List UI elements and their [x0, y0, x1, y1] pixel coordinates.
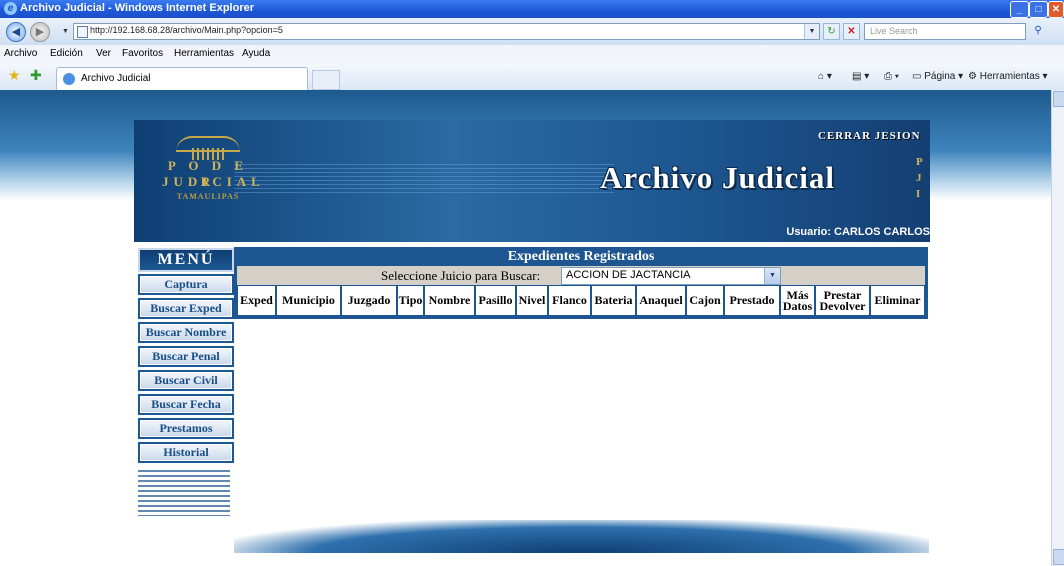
- menu-ver[interactable]: Ver: [96, 48, 111, 59]
- new-tab-button[interactable]: [312, 70, 340, 90]
- col-nivel: Nivel: [516, 285, 548, 316]
- menu-title: MENÚ: [138, 248, 234, 272]
- menu-captura-button[interactable]: Captura: [138, 274, 234, 295]
- col-exped: Exped: [237, 285, 276, 316]
- col-juzgado: Juzgado: [341, 285, 397, 316]
- col-prestado: Prestado: [724, 285, 780, 316]
- menu-buscar-penal-button[interactable]: Buscar Penal: [138, 346, 234, 367]
- history-dropdown-icon[interactable]: ▼: [62, 28, 69, 35]
- tools-menu-label: Herramientas: [979, 71, 1040, 82]
- feeds-icon[interactable]: ▤ ▾: [852, 71, 869, 82]
- search-placeholder: Live Search: [870, 26, 918, 36]
- search-icon[interactable]: ⚲: [1030, 23, 1046, 38]
- scroll-down-icon[interactable]: [1053, 549, 1064, 565]
- menu-ayuda[interactable]: Ayuda: [242, 48, 270, 59]
- page-viewport: P O D E R JUDICIAL TAMAULIPAS CERRAR JES…: [0, 90, 1051, 566]
- ie-icon: e: [4, 2, 17, 15]
- minimize-button[interactable]: _: [1010, 1, 1029, 18]
- tab-ie-icon: [63, 73, 75, 85]
- banner-stripes: [234, 164, 614, 194]
- logo-line3: TAMAULIPAS: [176, 192, 240, 201]
- tab-label: Archivo Judicial: [81, 73, 151, 84]
- refresh-button[interactable]: ↻: [823, 23, 840, 40]
- address-toolbar: ◀ ▶ ▼ http://192.168.68.28/archivo/Main.…: [0, 18, 1064, 45]
- col-devolver-line2: Devolver: [819, 298, 866, 313]
- page-icon: [77, 26, 88, 38]
- close-button[interactable]: ✕: [1048, 1, 1064, 18]
- col-cajon: Cajon: [686, 285, 724, 316]
- window-title-bar: e Archivo Judicial - Windows Internet Ex…: [0, 0, 1064, 18]
- menu-herramientas[interactable]: Herramientas: [174, 48, 234, 59]
- select-label: Seleccione Juicio para Buscar:: [381, 268, 541, 283]
- records-title: Expedientes Registrados: [507, 249, 655, 264]
- back-button[interactable]: ◀: [6, 22, 26, 42]
- home-icon[interactable]: ⌂ ▾: [818, 71, 832, 82]
- records-table-header: Exped Municipio Juzgado Tipo Nombre Pasi…: [237, 285, 925, 316]
- vertical-scrollbar[interactable]: [1051, 90, 1064, 566]
- menu-prestamos-button[interactable]: Prestamos: [138, 418, 234, 439]
- juicio-select-value: ACCION DE JACTANCIA: [566, 269, 691, 281]
- records-panel: Expedientes Registrados Seleccione Juici…: [234, 247, 928, 319]
- scroll-up-icon[interactable]: [1053, 91, 1064, 107]
- print-icon[interactable]: ⎙ ▾: [884, 71, 899, 82]
- col-mas-datos: Más Datos: [780, 285, 815, 316]
- tab-bar: ★ ✚ Archivo Judicial ⌂ ▾ ▤ ▾ ⎙ ▾ ▭ Págin…: [0, 63, 1064, 91]
- col-bateria: Bateria: [591, 285, 636, 316]
- menu-decoration: [138, 470, 230, 516]
- menu-edicion[interactable]: Edición: [50, 48, 83, 59]
- add-favorites-icon[interactable]: ✚: [30, 67, 42, 84]
- col-anaquel: Anaquel: [636, 285, 686, 316]
- col-tipo: Tipo: [397, 285, 424, 316]
- app-title: Archivo Judicial: [600, 160, 836, 195]
- page-menu[interactable]: ▭ Página ▾: [912, 71, 963, 82]
- menu-buscar-fecha-button[interactable]: Buscar Fecha: [138, 394, 234, 415]
- page-menu-label: Página: [924, 71, 956, 82]
- search-filter-row: Seleccione Juicio para Buscar: ACCION DE…: [237, 266, 925, 285]
- col-municipio: Municipio: [276, 285, 341, 316]
- menu-buscar-exped-button[interactable]: Buscar Exped: [138, 298, 234, 319]
- menu-buscar-nombre-button[interactable]: Buscar Nombre: [138, 322, 234, 343]
- tab-archivo-judicial[interactable]: Archivo Judicial: [56, 67, 308, 90]
- tools-menu[interactable]: ⚙ Herramientas ▾: [968, 71, 1048, 82]
- col-prestar-devolver: Prestar Devolver: [815, 285, 870, 316]
- user-label: Usuario: CARLOS CARLOS: [786, 226, 930, 238]
- browser-menu-bar: Archivo Edición Ver Favoritos Herramient…: [0, 45, 1064, 64]
- menu-buscar-civil-button[interactable]: Buscar Civil: [138, 370, 234, 391]
- menu-historial-button[interactable]: Historial: [138, 442, 234, 463]
- chevron-down-icon[interactable]: ▼: [764, 268, 780, 284]
- stop-button[interactable]: ✕: [843, 23, 860, 40]
- address-dropdown-icon[interactable]: ▼: [804, 24, 819, 39]
- col-pasillo: Pasillo: [475, 285, 516, 316]
- logout-link[interactable]: CERRAR JESION: [818, 130, 921, 142]
- favorites-star-icon[interactable]: ★: [8, 67, 21, 84]
- address-field[interactable]: http://192.168.68.28/archivo/Main.php?op…: [73, 23, 820, 40]
- col-flanco: Flanco: [548, 285, 591, 316]
- col-nombre: Nombre: [424, 285, 475, 316]
- juicio-select[interactable]: ACCION DE JACTANCIA ▼: [561, 267, 781, 285]
- bottom-decoration: [234, 520, 929, 553]
- menu-archivo[interactable]: Archivo: [4, 48, 37, 59]
- logo-line2: JUDICIAL: [162, 174, 265, 189]
- url-text: http://192.168.68.28/archivo/Main.php?op…: [90, 25, 283, 35]
- col-mas-datos-line2: Datos: [782, 298, 813, 313]
- forward-button[interactable]: ▶: [30, 22, 50, 42]
- search-input[interactable]: Live Search: [864, 23, 1026, 40]
- col-eliminar: Eliminar: [870, 285, 925, 316]
- header-banner: P O D E R JUDICIAL TAMAULIPAS CERRAR JES…: [134, 120, 930, 242]
- window-title: Archivo Judicial - Windows Internet Expl…: [20, 2, 254, 14]
- poder-judicial-logo: P O D E R JUDICIAL TAMAULIPAS: [162, 136, 265, 208]
- banner-right-ornament: PJI: [916, 156, 923, 200]
- maximize-button[interactable]: □: [1029, 1, 1048, 18]
- menu-favoritos[interactable]: Favoritos: [122, 48, 163, 59]
